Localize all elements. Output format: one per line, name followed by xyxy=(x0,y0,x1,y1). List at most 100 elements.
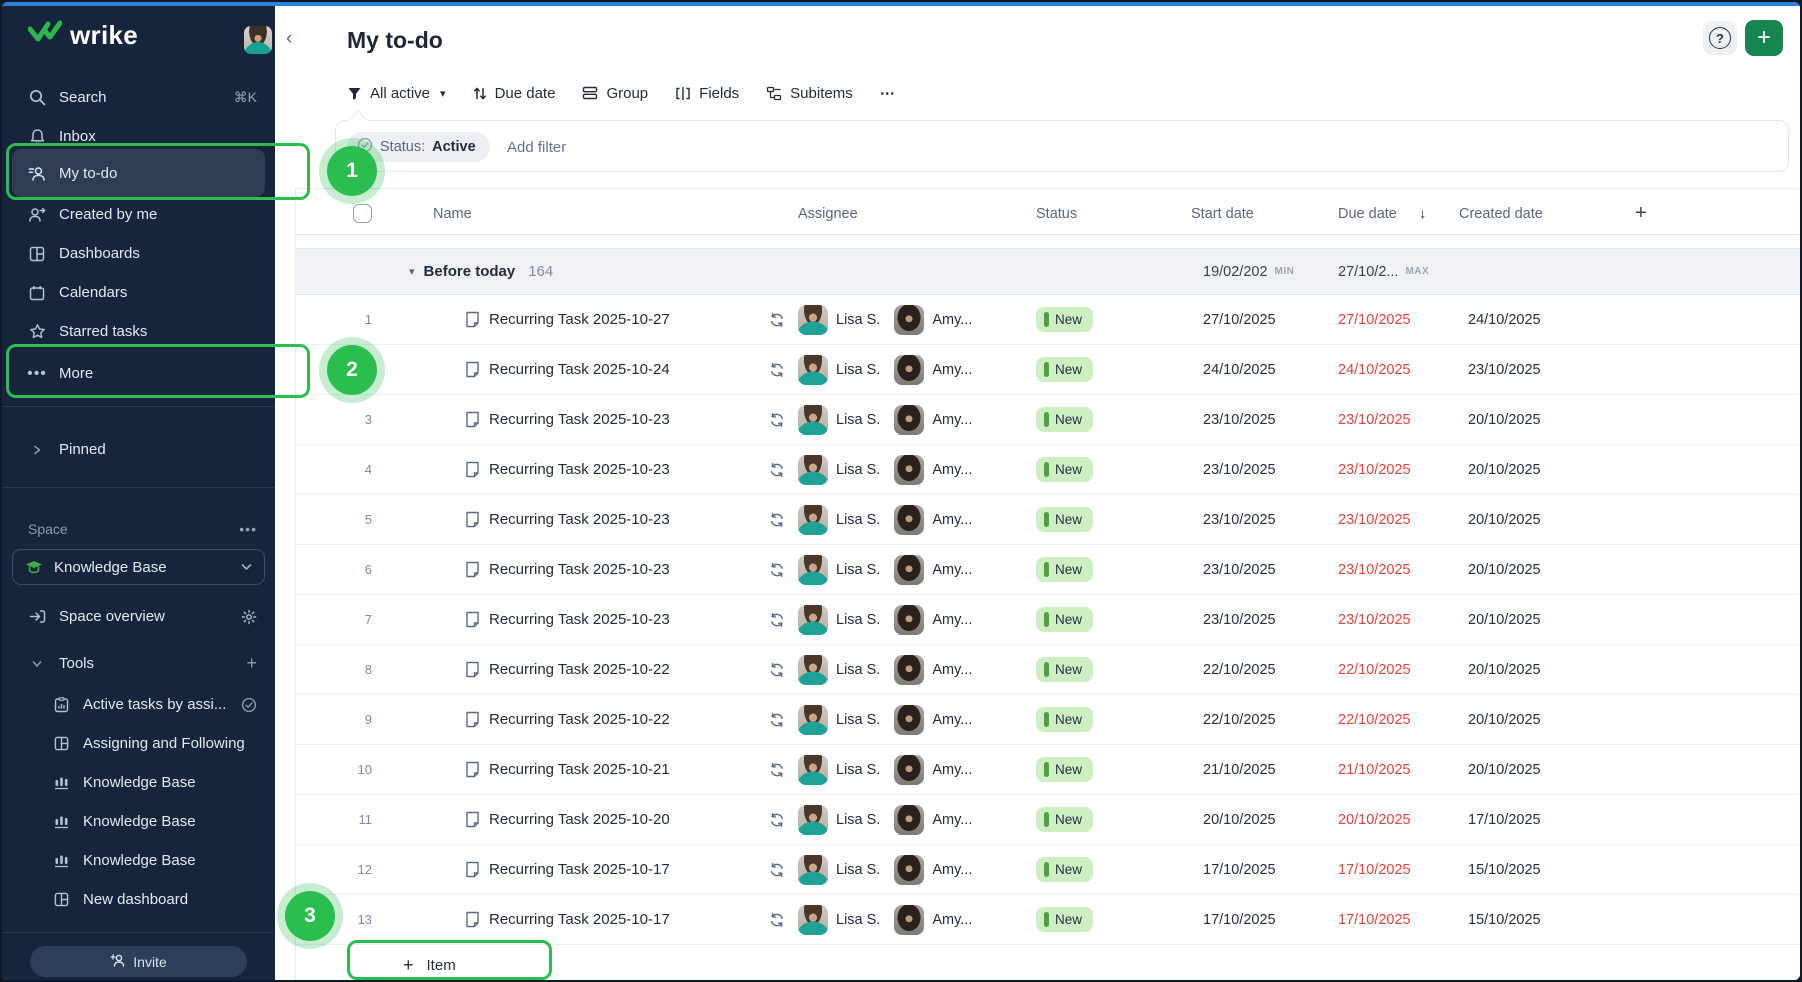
table-row[interactable]: 4 Recurring Task 2025-10-23 Lisa S. Amy.… xyxy=(296,445,1802,495)
task-title[interactable]: Recurring Task 2025-10-23 xyxy=(489,611,670,628)
created-date[interactable]: 20/10/2025 xyxy=(1468,462,1541,478)
assignee-avatar-lisa[interactable] xyxy=(798,355,828,385)
column-header-name[interactable]: Name xyxy=(433,206,472,222)
toolbar-more-button[interactable]: ⋯ xyxy=(880,84,897,102)
table-row[interactable]: 10 Recurring Task 2025-10-21 Lisa S. Amy… xyxy=(296,745,1802,795)
due-date[interactable]: 23/10/2025 xyxy=(1338,462,1411,478)
assignee-avatar-amy[interactable] xyxy=(894,405,924,435)
created-date[interactable]: 20/10/2025 xyxy=(1468,612,1541,628)
created-date[interactable]: 20/10/2025 xyxy=(1468,712,1541,728)
created-date[interactable]: 23/10/2025 xyxy=(1468,362,1541,378)
table-row[interactable]: 11 Recurring Task 2025-10-20 Lisa S. Amy… xyxy=(296,795,1802,845)
status-badge[interactable]: New xyxy=(1036,757,1093,782)
status-filter-chip[interactable]: Status: Active xyxy=(347,132,490,162)
status-badge[interactable]: New xyxy=(1036,407,1093,432)
status-badge[interactable]: New xyxy=(1036,457,1093,482)
add-item-row[interactable]: + Item xyxy=(296,945,1802,982)
assignee-avatar-amy[interactable] xyxy=(894,355,924,385)
table-row[interactable]: 3 Recurring Task 2025-10-23 Lisa S. Amy.… xyxy=(296,395,1802,445)
sidebar-item-my-todo[interactable]: My to-do xyxy=(2,154,275,193)
assignee-avatar-lisa[interactable] xyxy=(798,905,828,935)
assignee-avatar-amy[interactable] xyxy=(894,605,924,635)
user-avatar[interactable] xyxy=(244,26,272,54)
due-date[interactable]: 23/10/2025 xyxy=(1338,612,1411,628)
table-row[interactable]: 7 Recurring Task 2025-10-23 Lisa S. Amy.… xyxy=(296,595,1802,645)
start-date[interactable]: 17/10/2025 xyxy=(1203,862,1276,878)
sidebar-item-starred-tasks[interactable]: Starred tasks xyxy=(2,312,275,351)
start-date[interactable]: 21/10/2025 xyxy=(1203,762,1276,778)
tool-item-assigning[interactable]: Assigning and Following xyxy=(2,724,275,763)
start-date[interactable]: 23/10/2025 xyxy=(1203,512,1276,528)
due-date[interactable]: 22/10/2025 xyxy=(1338,662,1411,678)
assignee-avatar-lisa[interactable] xyxy=(798,655,828,685)
sidebar-item-created-by-me[interactable]: Created by me xyxy=(2,195,275,234)
filter-selector[interactable]: All active ▾ xyxy=(347,85,446,102)
column-header-assignee[interactable]: Assignee xyxy=(798,206,858,222)
status-badge[interactable]: New xyxy=(1036,807,1093,832)
task-title[interactable]: Recurring Task 2025-10-24 xyxy=(489,361,670,378)
start-date[interactable]: 22/10/2025 xyxy=(1203,712,1276,728)
tool-item-knowledge-base-3[interactable]: Knowledge Base xyxy=(2,841,275,880)
table-row[interactable]: 9 Recurring Task 2025-10-22 Lisa S. Amy.… xyxy=(296,695,1802,745)
task-title[interactable]: Recurring Task 2025-10-23 xyxy=(489,511,670,528)
assignee-avatar-lisa[interactable] xyxy=(798,705,828,735)
add-column-button[interactable]: + xyxy=(1635,202,1647,225)
start-date[interactable]: 23/10/2025 xyxy=(1203,412,1276,428)
task-title[interactable]: Recurring Task 2025-10-23 xyxy=(489,461,670,478)
assignee-avatar-amy[interactable] xyxy=(894,755,924,785)
task-title[interactable]: Recurring Task 2025-10-17 xyxy=(489,861,670,878)
status-badge[interactable]: New xyxy=(1036,607,1093,632)
tool-item-knowledge-base-1[interactable]: Knowledge Base xyxy=(2,763,275,802)
created-date[interactable]: 20/10/2025 xyxy=(1468,562,1541,578)
table-row[interactable]: 8 Recurring Task 2025-10-22 Lisa S. Amy.… xyxy=(296,645,1802,695)
start-date[interactable]: 20/10/2025 xyxy=(1203,812,1276,828)
assignee-avatar-lisa[interactable] xyxy=(798,305,828,335)
sidebar-section-pinned[interactable]: Pinned xyxy=(2,430,275,469)
status-badge[interactable]: New xyxy=(1036,507,1093,532)
column-header-due-date[interactable]: Due date xyxy=(1338,206,1397,222)
created-date[interactable]: 15/10/2025 xyxy=(1468,862,1541,878)
assignee-avatar-amy[interactable] xyxy=(894,855,924,885)
due-date[interactable]: 22/10/2025 xyxy=(1338,712,1411,728)
assignee-avatar-amy[interactable] xyxy=(894,705,924,735)
sidebar-item-search[interactable]: Search ⌘K xyxy=(2,78,275,117)
assignee-avatar-amy[interactable] xyxy=(894,805,924,835)
start-date[interactable]: 23/10/2025 xyxy=(1203,562,1276,578)
sort-selector[interactable]: Due date xyxy=(473,85,556,102)
due-date[interactable]: 23/10/2025 xyxy=(1338,512,1411,528)
start-date[interactable]: 22/10/2025 xyxy=(1203,662,1276,678)
tool-item-new-dashboard[interactable]: New dashboard xyxy=(2,880,275,919)
assignee-avatar-lisa[interactable] xyxy=(798,405,828,435)
gear-icon[interactable] xyxy=(241,609,257,625)
column-header-status[interactable]: Status xyxy=(1036,206,1077,222)
created-date[interactable]: 20/10/2025 xyxy=(1468,762,1541,778)
column-header-created-date[interactable]: Created date xyxy=(1459,206,1543,222)
column-header-start-date[interactable]: Start date xyxy=(1191,206,1254,222)
task-title[interactable]: Recurring Task 2025-10-22 xyxy=(489,661,670,678)
due-date[interactable]: 20/10/2025 xyxy=(1338,812,1411,828)
sidebar-item-calendars[interactable]: Calendars xyxy=(2,273,275,312)
assignee-avatar-lisa[interactable] xyxy=(798,555,828,585)
created-date[interactable]: 20/10/2025 xyxy=(1468,512,1541,528)
add-filter-button[interactable]: Add filter xyxy=(507,139,566,156)
task-title[interactable]: Recurring Task 2025-10-22 xyxy=(489,711,670,728)
task-title[interactable]: Recurring Task 2025-10-17 xyxy=(489,911,670,928)
tool-item-knowledge-base-2[interactable]: Knowledge Base xyxy=(2,802,275,841)
assignee-avatar-amy[interactable] xyxy=(894,655,924,685)
space-more-icon[interactable]: ••• xyxy=(239,521,257,537)
assignee-avatar-amy[interactable] xyxy=(894,555,924,585)
status-badge[interactable]: New xyxy=(1036,907,1093,932)
table-row[interactable]: 6 Recurring Task 2025-10-23 Lisa S. Amy.… xyxy=(296,545,1802,595)
created-date[interactable]: 24/10/2025 xyxy=(1468,312,1541,328)
start-date[interactable]: 23/10/2025 xyxy=(1203,462,1276,478)
chevron-down-icon[interactable]: ▾ xyxy=(409,265,415,278)
assignee-avatar-lisa[interactable] xyxy=(798,505,828,535)
table-row[interactable]: 2 Recurring Task 2025-10-24 Lisa S. Amy.… xyxy=(296,345,1802,395)
assignee-avatar-amy[interactable] xyxy=(894,505,924,535)
status-badge[interactable]: New xyxy=(1036,857,1093,882)
status-badge[interactable]: New xyxy=(1036,357,1093,382)
select-all-checkbox[interactable] xyxy=(353,204,372,223)
task-title[interactable]: Recurring Task 2025-10-20 xyxy=(489,811,670,828)
table-row[interactable]: 5 Recurring Task 2025-10-23 Lisa S. Amy.… xyxy=(296,495,1802,545)
assignee-avatar-lisa[interactable] xyxy=(798,855,828,885)
